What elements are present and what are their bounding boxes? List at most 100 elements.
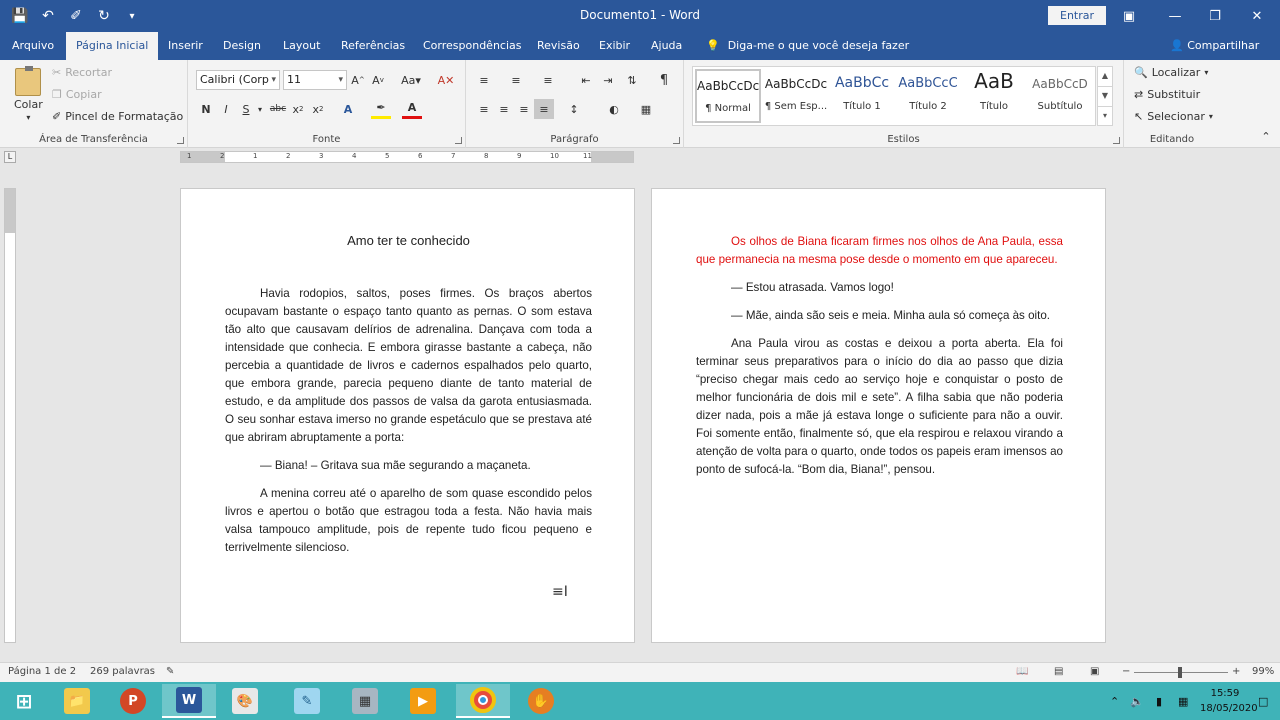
tab-exibir[interactable]: Exibir	[589, 32, 640, 60]
replace-button[interactable]: ⇄ Substituir	[1134, 88, 1200, 101]
grow-font-icon[interactable]: A ^	[348, 70, 368, 90]
file-explorer-icon[interactable]: 📁	[50, 684, 104, 718]
redo-icon[interactable]: ↻	[92, 5, 116, 27]
subscript-icon[interactable]: x2	[288, 99, 308, 119]
tab-design[interactable]: Design	[213, 32, 271, 60]
sort-icon[interactable]: ⇅	[622, 70, 642, 90]
customize-icon[interactable]: ▾	[120, 5, 144, 27]
paragraph[interactable]: — Mãe, ainda são seis e meia. Minha aula…	[696, 307, 1063, 325]
zoom-slider-thumb[interactable]	[1178, 667, 1182, 678]
superscript-icon[interactable]: x2	[308, 99, 328, 119]
tab-inserir[interactable]: Inserir	[158, 32, 213, 60]
tab-revisao[interactable]: Revisão	[527, 32, 590, 60]
network-icon[interactable]: ▦	[1178, 682, 1188, 720]
print-layout-icon[interactable]: ▤	[1054, 666, 1063, 677]
tray-chevron-up-icon[interactable]: ⌃	[1110, 682, 1119, 720]
copy-button[interactable]: ❐ Copiar	[52, 88, 102, 101]
format-painter-icon[interactable]: ✐	[64, 5, 88, 27]
app-glove-icon[interactable]: ✋	[514, 684, 568, 718]
style-heading-2[interactable]: AaBbCcC Título 2	[895, 69, 961, 123]
horizontal-ruler[interactable]: 1 2 1 2 3 4 5 6 7 8 9 10 11	[180, 151, 634, 163]
word-icon[interactable]: W	[162, 684, 216, 718]
notifications-icon[interactable]: □	[1258, 682, 1268, 720]
save-icon[interactable]: 💾	[8, 5, 32, 27]
tab-referencias[interactable]: Referências	[331, 32, 415, 60]
tab-correspondencias[interactable]: Correspondências	[413, 32, 532, 60]
cut-button[interactable]: ✂ Recortar	[52, 66, 112, 79]
page-title[interactable]: Amo ter te conhecido	[225, 233, 592, 248]
collapse-ribbon-icon[interactable]: ⌃	[1256, 126, 1276, 146]
style-normal[interactable]: AaBbCcDc ¶ Normal	[695, 69, 761, 123]
strikethrough-icon[interactable]: abc	[268, 99, 288, 119]
shrink-font-icon[interactable]: Av	[368, 70, 388, 90]
signin-button[interactable]: Entrar	[1048, 6, 1107, 25]
document-page-2[interactable]: Os olhos de Biana ficaram firmes nos olh…	[651, 188, 1106, 643]
line-spacing-icon[interactable]: ↕	[564, 99, 584, 119]
close-icon[interactable]: ✕	[1234, 0, 1280, 32]
more-styles-icon[interactable]: ▾	[1098, 107, 1112, 127]
increase-indent-icon[interactable]: ⇥	[598, 70, 618, 90]
shading-icon[interactable]: ◐	[604, 99, 624, 119]
chevron-down-icon[interactable]: ▼	[1098, 87, 1112, 107]
style-subtitle[interactable]: AaBbCcD Subtítulo	[1027, 69, 1093, 123]
paragraph-launcher-icon[interactable]	[673, 137, 680, 144]
find-button[interactable]: 🔍 Localizar ▾	[1134, 66, 1208, 79]
web-layout-icon[interactable]: ▣	[1090, 666, 1099, 677]
powerpoint-icon[interactable]: P	[106, 684, 160, 718]
ribbon-display-icon[interactable]: ▣	[1106, 0, 1152, 32]
font-name-combo[interactable]: Calibri (Corp ▾	[196, 70, 280, 90]
numbering-icon[interactable]: ≡	[506, 70, 526, 90]
volume-icon[interactable]: 🔈	[1130, 682, 1144, 720]
font-size-combo[interactable]: 11 ▾	[283, 70, 347, 90]
zoom-out-icon[interactable]: −	[1122, 666, 1130, 677]
align-left-icon[interactable]: ≡	[474, 99, 494, 119]
word-count[interactable]: 269 palavras	[90, 666, 155, 677]
document-page-1[interactable]: Amo ter te conhecido Havia rodopios, sal…	[180, 188, 635, 643]
proofing-icon[interactable]: ✎	[166, 666, 174, 677]
change-case-icon[interactable]: Aa▾	[396, 70, 426, 90]
vertical-ruler[interactable]	[4, 188, 16, 643]
restore-icon[interactable]: ❐	[1192, 0, 1238, 32]
paste-button[interactable]: Colar ▾	[14, 66, 43, 122]
paragraph[interactable]: A menina correu até o aparelho de som qu…	[225, 485, 592, 557]
style-no-spacing[interactable]: AaBbCcDc ¶ Sem Esp...	[763, 69, 829, 123]
system-clock[interactable]: 15:59 18/05/2020	[1200, 686, 1258, 716]
tell-me-search[interactable]: 💡 Diga-me o que você deseja fazer	[706, 32, 909, 60]
battery-icon[interactable]: ▮	[1156, 682, 1162, 720]
style-title[interactable]: AaB Título	[961, 69, 1027, 123]
align-center-icon[interactable]: ≡	[494, 99, 514, 119]
format-painter-button[interactable]: ✐ Pincel de Formatação	[52, 110, 183, 123]
chevron-down-icon[interactable]: ▾	[250, 99, 270, 119]
style-heading-1[interactable]: AaBbCc Título 1	[829, 69, 895, 123]
zoom-in-icon[interactable]: +	[1232, 666, 1240, 677]
tab-arquivo[interactable]: Arquivo	[2, 32, 64, 60]
bold-icon[interactable]: N	[196, 99, 216, 119]
font-launcher-icon[interactable]	[455, 137, 462, 144]
paragraph[interactable]: — Biana! – Gritava sua mãe segurando a m…	[225, 457, 592, 475]
clipboard-launcher-icon[interactable]	[177, 137, 184, 144]
chrome-icon[interactable]	[456, 684, 510, 718]
tab-selector-icon[interactable]: L	[4, 151, 16, 163]
paragraph[interactable]: Ana Paula virou as costas e deixou a por…	[696, 335, 1063, 479]
undo-icon[interactable]: ↶	[36, 5, 60, 27]
text-effects-icon[interactable]: A	[338, 99, 358, 119]
styles-launcher-icon[interactable]	[1113, 137, 1120, 144]
select-button[interactable]: ↖ Selecionar ▾	[1134, 110, 1213, 123]
align-right-icon[interactable]: ≡	[514, 99, 534, 119]
paragraph-red[interactable]: Os olhos de Biana ficaram firmes nos olh…	[696, 233, 1063, 269]
paragraph[interactable]: Havia rodopios, saltos, poses firmes. Os…	[225, 285, 592, 447]
paint-icon[interactable]: 🎨	[218, 684, 272, 718]
page-count[interactable]: Página 1 de 2	[8, 666, 76, 677]
italic-icon[interactable]: I	[216, 99, 236, 119]
multilevel-list-icon[interactable]: ≡	[538, 70, 558, 90]
show-marks-icon[interactable]: ¶	[654, 70, 674, 90]
tab-layout[interactable]: Layout	[273, 32, 330, 60]
share-button[interactable]: 👤 Compartilhar	[1170, 32, 1259, 60]
page-2-body[interactable]: Os olhos de Biana ficaram firmes nos olh…	[696, 233, 1063, 489]
tab-ajuda[interactable]: Ajuda	[641, 32, 692, 60]
media-player-icon[interactable]: ▶	[396, 684, 450, 718]
paragraph[interactable]: — Estou atrasada. Vamos logo!	[696, 279, 1063, 297]
borders-icon[interactable]: ▦	[636, 99, 656, 119]
zoom-level[interactable]: 99%	[1252, 666, 1274, 677]
notepad-icon[interactable]: ✎	[280, 684, 334, 718]
